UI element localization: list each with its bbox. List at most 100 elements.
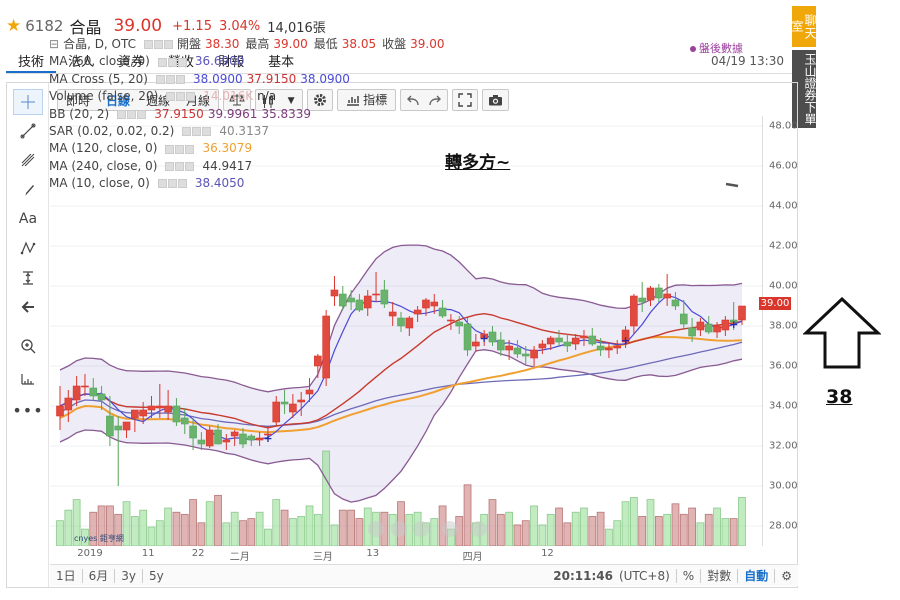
volume-bar bbox=[247, 518, 256, 546]
price-axis[interactable]: 48.00 46.00 44.00 42.00 40.00 38.00 36.00 34.00… bbox=[762, 116, 798, 546]
brush-icon[interactable] bbox=[13, 177, 43, 203]
after-hours-label[interactable]: 盤後數據 bbox=[690, 40, 743, 56]
legend-controls[interactable] bbox=[166, 92, 196, 102]
trend-line-icon[interactable] bbox=[13, 118, 43, 144]
timezone-label[interactable]: (UTC+8) bbox=[619, 569, 676, 583]
fullscreen-icon[interactable] bbox=[452, 88, 479, 111]
candle-body bbox=[646, 287, 655, 301]
candle-body bbox=[538, 343, 547, 349]
candle-body bbox=[272, 401, 281, 423]
legend-main-row: ⊟ 合晶, D, OTC 開盤 38.30 最高 39.00 最低 38.05 … bbox=[49, 36, 445, 53]
volume-bar bbox=[172, 511, 181, 546]
legend-value: 36.6900 bbox=[194, 54, 245, 69]
volume-bar bbox=[222, 522, 231, 546]
nav-control bbox=[442, 521, 458, 537]
crosshair-icon[interactable] bbox=[13, 89, 43, 115]
candle-body bbox=[338, 293, 347, 307]
camera-icon[interactable] bbox=[482, 88, 510, 111]
candle-body bbox=[505, 345, 513, 351]
volume-bar bbox=[205, 501, 214, 546]
x-tick-label: 12 bbox=[541, 548, 554, 559]
candle-body bbox=[704, 323, 713, 333]
volume-bar bbox=[214, 494, 222, 546]
legend-controls[interactable] bbox=[144, 40, 174, 50]
candle-body bbox=[413, 309, 422, 315]
candle-body bbox=[488, 331, 497, 343]
range-6m-button[interactable]: 6月 bbox=[83, 567, 115, 584]
candle-body bbox=[571, 337, 580, 345]
log-scale-button[interactable]: 對數 bbox=[701, 567, 737, 584]
volume-bar bbox=[239, 520, 247, 546]
candle-body bbox=[131, 409, 139, 419]
legend-controls[interactable] bbox=[165, 162, 195, 172]
time-axis[interactable]: 2019 11 22 二月 三月 13 四月 12 bbox=[50, 546, 762, 564]
star-icon[interactable]: ★ bbox=[6, 16, 21, 36]
legend-indicator-rows: MA (60, close, 0) 36.6900 MA Cross (5, 20)… bbox=[49, 53, 445, 192]
candle-body bbox=[363, 295, 372, 309]
ma-cross-marker: + bbox=[263, 432, 272, 445]
low-value: 38.05 bbox=[341, 37, 377, 51]
nav-control bbox=[413, 521, 429, 537]
chart-settings-gear-icon[interactable]: ⚙ bbox=[775, 569, 798, 583]
candle-body bbox=[671, 299, 680, 307]
candle-body bbox=[89, 387, 98, 397]
volume-bar bbox=[646, 499, 655, 546]
candle-body bbox=[72, 385, 81, 401]
candle-body bbox=[255, 437, 264, 441]
legend-value: 35.8339 bbox=[261, 106, 312, 121]
legend-row: MA (120, close, 0) 36.3079 bbox=[49, 140, 445, 157]
legend-controls[interactable] bbox=[182, 127, 212, 137]
back-arrow-icon[interactable] bbox=[13, 294, 43, 320]
candle-body bbox=[438, 307, 447, 317]
legend-controls[interactable] bbox=[165, 144, 195, 154]
range-3y-button[interactable]: 3y bbox=[115, 569, 142, 583]
legend-controls[interactable] bbox=[157, 57, 187, 67]
candle-body bbox=[688, 327, 696, 337]
text-tool-icon[interactable]: Aa bbox=[13, 206, 43, 232]
candle-body bbox=[114, 425, 123, 431]
range-5y-button[interactable]: 5y bbox=[143, 569, 170, 583]
range-1d-button[interactable]: 1日 bbox=[50, 567, 82, 584]
candle-body bbox=[189, 425, 197, 439]
legend-controls[interactable] bbox=[157, 179, 187, 189]
candle-body bbox=[663, 293, 671, 299]
candle-body bbox=[521, 353, 530, 357]
volume-bar bbox=[330, 524, 339, 546]
candle-body bbox=[588, 335, 597, 345]
candle-body bbox=[513, 347, 522, 355]
ma-cross-marker: + bbox=[729, 318, 738, 331]
candle-body bbox=[180, 417, 189, 425]
more-tools-icon[interactable]: ••• bbox=[12, 397, 43, 423]
price-change-pct: 3.04% bbox=[218, 18, 261, 34]
fib-tool-icon[interactable] bbox=[13, 147, 43, 173]
chat-room-button[interactable]: 聊天室 bbox=[790, 6, 817, 47]
volume-bar bbox=[696, 522, 705, 546]
legend-value: 44.9417 bbox=[202, 158, 253, 173]
zoom-icon[interactable] bbox=[13, 333, 43, 359]
legend-controls[interactable] bbox=[155, 75, 185, 85]
cnyes-watermark: cnyes 鉅亨網 bbox=[74, 533, 124, 543]
close-value: 39.00 bbox=[410, 37, 445, 51]
legend-controls[interactable] bbox=[117, 109, 147, 119]
collapse-icon[interactable]: ⊟ bbox=[49, 36, 59, 53]
candle-body bbox=[222, 439, 231, 443]
legend-value: 38.0900 bbox=[300, 71, 350, 86]
candle-body bbox=[280, 401, 289, 405]
volume-bar bbox=[197, 522, 206, 546]
ruler-icon[interactable] bbox=[13, 365, 43, 391]
volume-bar bbox=[671, 503, 680, 546]
percent-scale-button[interactable]: % bbox=[677, 569, 700, 583]
measure-icon[interactable] bbox=[13, 265, 43, 291]
sar-marker bbox=[725, 182, 739, 188]
volume-bar bbox=[588, 516, 597, 546]
candle-body bbox=[214, 429, 222, 445]
pattern-icon[interactable] bbox=[13, 235, 43, 261]
candle-body bbox=[147, 405, 156, 411]
ma-cross-marker: + bbox=[621, 334, 630, 347]
open-label: 開盤 bbox=[177, 37, 202, 51]
stock-price: 39.00 bbox=[113, 16, 163, 36]
legend-symbol: 合晶, D, OTC bbox=[63, 37, 137, 51]
auto-scale-button[interactable]: 自動 bbox=[738, 567, 774, 584]
candle-body bbox=[164, 405, 172, 413]
candle-body bbox=[205, 429, 214, 447]
